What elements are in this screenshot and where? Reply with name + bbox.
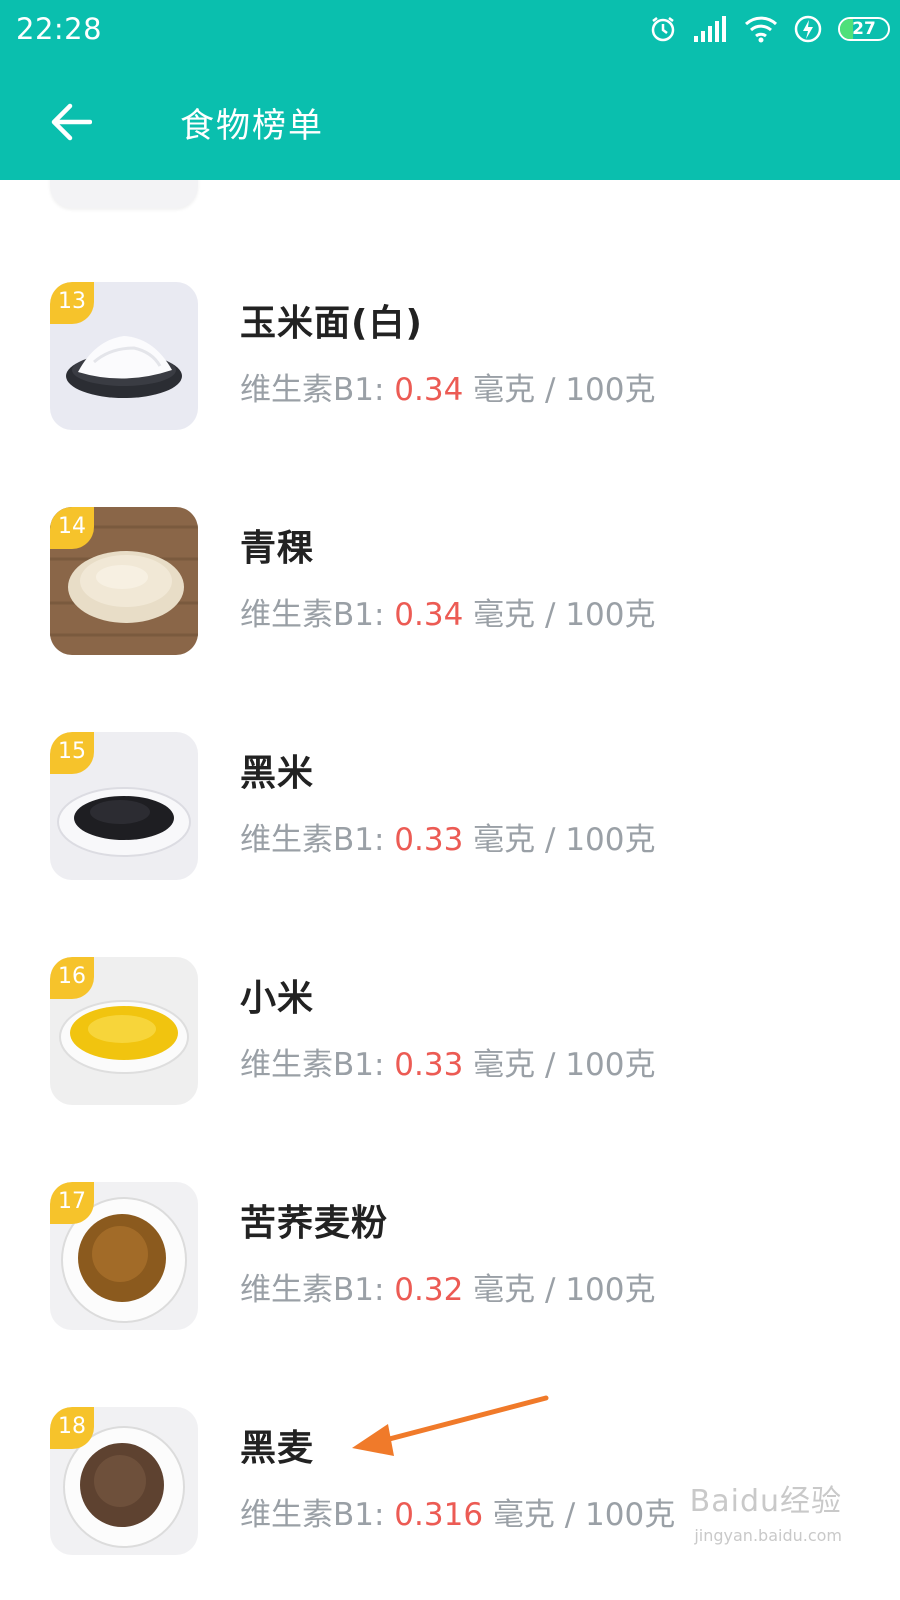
nutrient-value: 0.33 — [394, 1047, 464, 1083]
battery-icon: 27 — [838, 17, 890, 41]
nutrient-unit: 毫克 / 100克 — [463, 1047, 656, 1083]
rank-badge: 14 — [50, 507, 94, 549]
alarm-icon — [648, 14, 678, 44]
nutrient-unit: 毫克 / 100克 — [463, 372, 656, 408]
nutrient-label: 维生素B1: — [240, 1047, 395, 1083]
rank-badge: 18 — [50, 1407, 94, 1449]
rank-badge: 16 — [50, 957, 94, 999]
nutrient-label: 维生素B1: — [240, 822, 395, 858]
signal-icon — [694, 16, 728, 42]
list-item[interactable]: 13 玉米面(白) 维生素B1: 0.34 毫克 / 100克 — [0, 282, 900, 432]
food-thumbnail: 13 — [50, 282, 198, 430]
charging-icon — [794, 15, 822, 43]
food-ranking-list[interactable]: 13 玉米面(白) 维生素B1: 0.34 毫克 / 100克 14 青稞 维生… — [0, 180, 900, 1600]
wifi-icon — [744, 15, 778, 43]
back-button[interactable] — [44, 96, 96, 148]
rank-badge: 17 — [50, 1182, 94, 1224]
back-arrow-icon — [51, 103, 92, 141]
nutrient-unit: 毫克 / 100克 — [463, 1272, 656, 1308]
food-thumbnail: 17 — [50, 1182, 198, 1330]
nutrient-info: 维生素B1: 0.33 毫克 / 100克 — [240, 814, 656, 859]
list-item[interactable]: 16 小米 维生素B1: 0.33 毫克 / 100克 — [0, 957, 900, 1107]
food-name: 苦荞麦粉 — [240, 1203, 389, 1244]
nutrient-info: 维生素B1: 0.33 毫克 / 100克 — [240, 1039, 656, 1084]
food-name: 黑米 — [240, 753, 315, 794]
rank-badge: 13 — [50, 282, 94, 324]
battery-level: 27 — [852, 19, 876, 39]
watermark: Baidu经验 — [689, 1484, 842, 1519]
annotation-arrow-icon — [352, 1395, 549, 1456]
list-item[interactable]: 14 青稞 维生素B1: 0.34 毫克 / 100克 — [0, 507, 900, 657]
nutrient-unit: 毫克 / 100克 — [483, 1497, 676, 1533]
nutrient-info: 维生素B1: 0.32 毫克 / 100克 — [240, 1264, 656, 1309]
nutrient-unit: 毫克 / 100克 — [463, 822, 656, 858]
food-name: 玉米面(白) — [240, 303, 423, 344]
nutrient-label: 维生素B1: — [240, 597, 395, 633]
nutrient-value: 0.34 — [394, 372, 464, 408]
food-name: 黑麦 — [240, 1428, 315, 1469]
food-thumbnail: 14 — [50, 507, 198, 655]
page-title: 食物榜单 — [180, 106, 324, 146]
nutrient-label: 维生素B1: — [240, 1272, 395, 1308]
nutrient-label: 维生素B1: — [240, 372, 395, 408]
nutrient-info: 维生素B1: 0.34 毫克 / 100克 — [240, 364, 656, 409]
nutrient-label: 维生素B1: — [240, 1497, 395, 1533]
nutrient-value: 0.34 — [394, 597, 464, 633]
food-name: 小米 — [240, 978, 315, 1019]
nutrient-value: 0.32 — [394, 1272, 464, 1308]
food-name: 青稞 — [240, 528, 315, 569]
nutrient-info: 维生素B1: 0.34 毫克 / 100克 — [240, 589, 656, 634]
list-item[interactable]: 17 苦荞麦粉 维生素B1: 0.32 毫克 / 100克 — [0, 1182, 900, 1332]
nutrient-value: 0.33 — [394, 822, 464, 858]
food-thumbnail: 18 — [50, 1407, 198, 1555]
previous-item-thumbnail[interactable] — [50, 180, 198, 208]
nutrient-unit: 毫克 / 100克 — [463, 597, 656, 633]
status-time: 22:28 — [16, 12, 103, 46]
rank-badge: 15 — [50, 732, 94, 774]
nutrient-info: 维生素B1: 0.316 毫克 / 100克 — [240, 1489, 675, 1534]
list-item[interactable]: 15 黑米 维生素B1: 0.33 毫克 / 100克 — [0, 732, 900, 882]
food-thumbnail: 15 — [50, 732, 198, 880]
watermark-url: jingyan.baidu.com — [694, 1526, 842, 1545]
app-bar: 22:28 27 食物榜单 — [0, 0, 900, 180]
food-thumbnail: 16 — [50, 957, 198, 1105]
status-icons: 27 — [648, 14, 890, 44]
nutrient-value: 0.316 — [394, 1497, 484, 1533]
